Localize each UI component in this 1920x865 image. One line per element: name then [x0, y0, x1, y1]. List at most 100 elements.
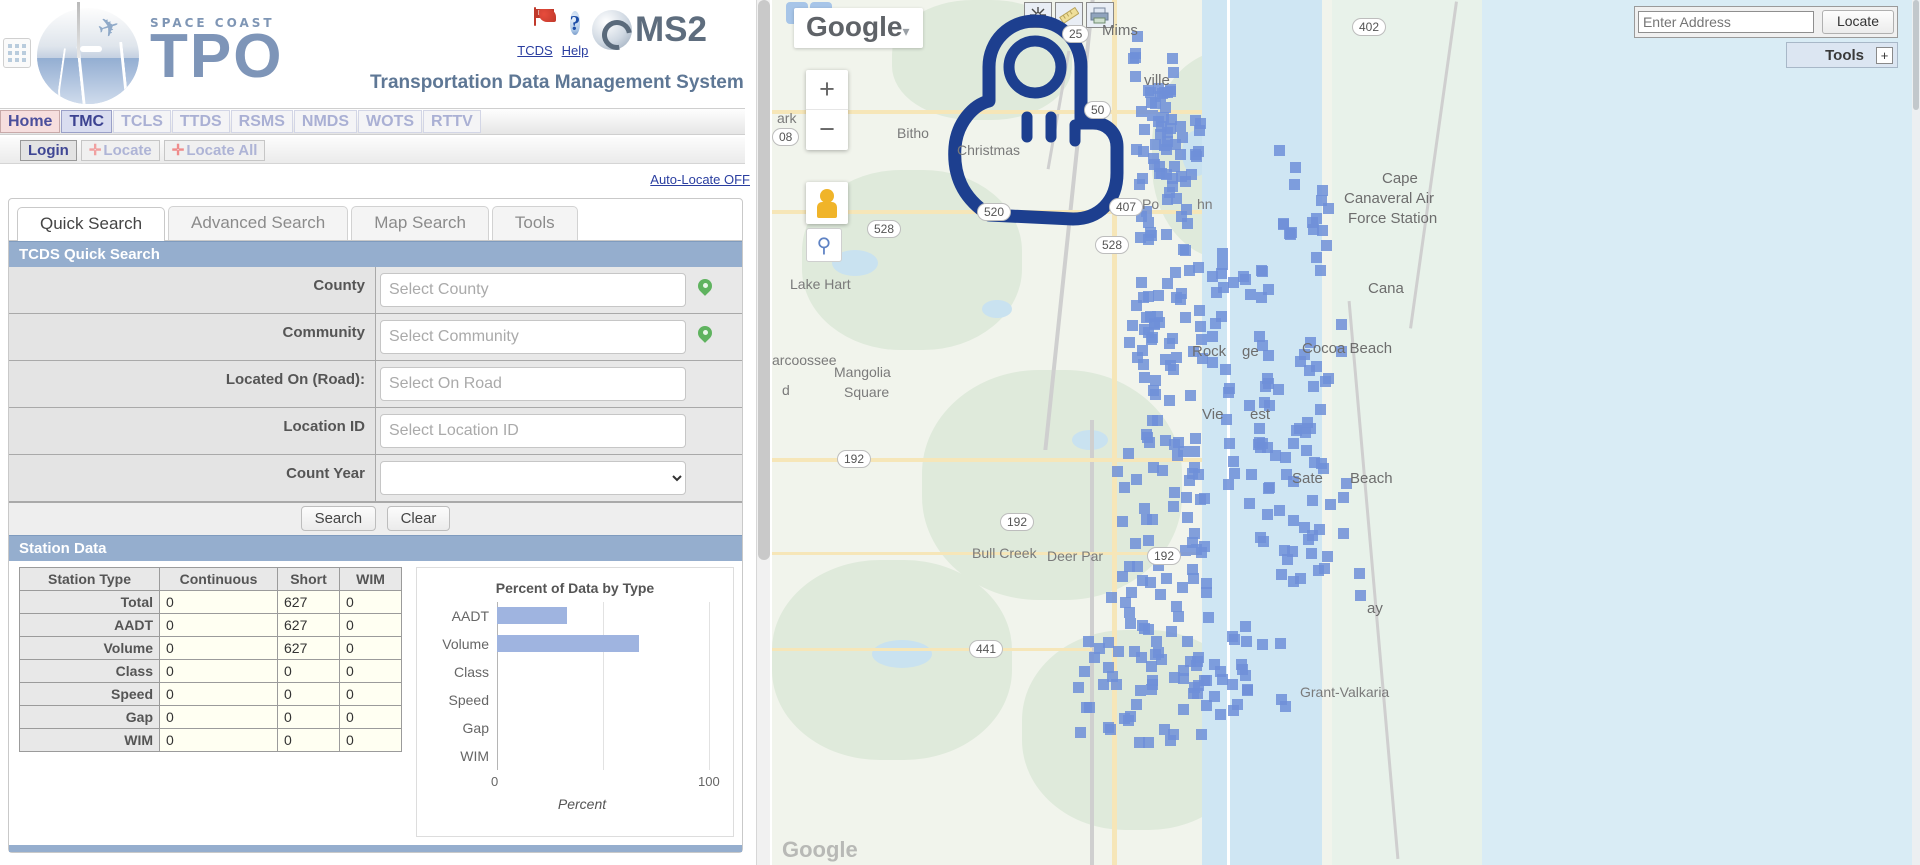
station-marker[interactable]: [1216, 311, 1228, 323]
station-marker[interactable]: [1178, 244, 1190, 256]
station-marker[interactable]: [1116, 570, 1128, 582]
station-marker[interactable]: [1318, 563, 1330, 575]
station-marker[interactable]: [1239, 620, 1251, 632]
station-marker[interactable]: [1105, 592, 1117, 604]
station-marker[interactable]: [1162, 277, 1174, 289]
station-marker[interactable]: [1088, 652, 1100, 664]
station-marker[interactable]: [1222, 387, 1234, 399]
station-marker[interactable]: [1168, 161, 1180, 173]
app-grid-icon[interactable]: [3, 38, 31, 68]
station-marker[interactable]: [1157, 465, 1169, 477]
station-marker[interactable]: [1103, 636, 1115, 648]
station-marker[interactable]: [1237, 270, 1249, 282]
station-marker[interactable]: [1207, 330, 1219, 342]
station-marker[interactable]: [1146, 332, 1158, 344]
community-input[interactable]: [380, 320, 686, 354]
station-marker[interactable]: [1314, 524, 1326, 536]
station-marker[interactable]: [1135, 684, 1147, 696]
station-marker[interactable]: [1181, 636, 1193, 648]
tpo-logo[interactable]: ✈ SPACE COAST TPO: [30, 0, 375, 105]
station-marker[interactable]: [1241, 684, 1253, 696]
station-marker[interactable]: [1262, 377, 1274, 389]
station-marker[interactable]: [1135, 276, 1147, 288]
station-marker[interactable]: [1167, 52, 1179, 64]
station-marker[interactable]: [1272, 384, 1284, 396]
station-marker[interactable]: [1171, 291, 1183, 303]
station-marker[interactable]: [1078, 666, 1090, 678]
station-marker[interactable]: [1112, 466, 1124, 478]
station-marker[interactable]: [1289, 178, 1301, 190]
station-marker[interactable]: [1227, 455, 1239, 467]
station-marker[interactable]: [1311, 360, 1323, 372]
station-marker[interactable]: [1314, 404, 1326, 416]
station-marker[interactable]: [1139, 371, 1151, 383]
station-marker[interactable]: [1124, 337, 1136, 349]
station-marker[interactable]: [1274, 637, 1286, 649]
address-input[interactable]: [1637, 11, 1814, 33]
station-marker[interactable]: [1160, 353, 1172, 365]
station-marker[interactable]: [1083, 636, 1095, 648]
station-marker[interactable]: [1223, 479, 1235, 491]
station-marker[interactable]: [1160, 573, 1172, 585]
located-on-input[interactable]: [380, 367, 686, 401]
station-marker[interactable]: [1158, 139, 1170, 151]
station-marker[interactable]: [1263, 350, 1275, 362]
station-marker[interactable]: [1166, 625, 1178, 637]
station-marker[interactable]: [1130, 538, 1142, 550]
station-marker[interactable]: [1170, 193, 1182, 205]
station-marker[interactable]: [1158, 111, 1170, 123]
station-marker[interactable]: [1294, 355, 1306, 367]
station-marker[interactable]: [1187, 468, 1199, 480]
station-marker[interactable]: [1080, 702, 1092, 714]
station-marker[interactable]: [1305, 548, 1317, 560]
station-marker[interactable]: [1168, 486, 1180, 498]
station-marker[interactable]: [1174, 121, 1186, 133]
station-marker[interactable]: [1227, 679, 1239, 691]
station-marker[interactable]: [1137, 345, 1149, 357]
station-marker[interactable]: [1193, 261, 1205, 273]
station-marker[interactable]: [1123, 606, 1135, 618]
tab-map-search[interactable]: Map Search: [351, 206, 489, 240]
station-marker[interactable]: [1126, 587, 1138, 599]
station-marker[interactable]: [1310, 213, 1322, 225]
station-marker[interactable]: [1146, 109, 1158, 121]
station-marker[interactable]: [1192, 687, 1204, 699]
station-marker[interactable]: [1139, 123, 1151, 135]
station-marker[interactable]: [1130, 699, 1142, 711]
station-marker[interactable]: [1158, 724, 1170, 735]
station-marker[interactable]: [1188, 573, 1200, 585]
station-marker[interactable]: [1168, 439, 1180, 451]
station-marker[interactable]: [1170, 267, 1182, 279]
nav-tab-tmc[interactable]: TMC: [61, 110, 113, 133]
station-marker[interactable]: [1253, 423, 1265, 435]
station-marker[interactable]: [1274, 145, 1286, 157]
station-marker[interactable]: [1319, 376, 1331, 388]
station-marker[interactable]: [1353, 567, 1365, 579]
station-marker[interactable]: [1214, 708, 1226, 720]
station-marker[interactable]: [1255, 265, 1267, 277]
station-marker[interactable]: [1190, 115, 1202, 127]
station-marker[interactable]: [1244, 288, 1256, 300]
left-panel-scrollbar[interactable]: [756, 0, 770, 865]
station-marker[interactable]: [1144, 436, 1156, 448]
station-marker[interactable]: [1097, 678, 1109, 690]
station-marker[interactable]: [1160, 229, 1172, 241]
station-marker[interactable]: [1154, 316, 1166, 328]
station-marker[interactable]: [1279, 545, 1291, 557]
station-marker[interactable]: [1273, 504, 1285, 516]
station-marker[interactable]: [1120, 596, 1132, 608]
location-id-input[interactable]: [380, 414, 686, 448]
station-marker[interactable]: [1138, 292, 1150, 304]
station-marker[interactable]: [1182, 512, 1194, 524]
station-marker[interactable]: [1103, 721, 1115, 733]
station-marker[interactable]: [1122, 448, 1134, 460]
street-view-pegman[interactable]: [806, 182, 848, 224]
zoom-box-icon[interactable]: ⚲: [806, 228, 842, 262]
tab-quick-search[interactable]: Quick Search: [17, 207, 166, 241]
station-marker[interactable]: [1165, 735, 1177, 747]
map-tools-bar[interactable]: Tools +: [1786, 42, 1898, 68]
station-marker[interactable]: [1188, 445, 1200, 457]
station-marker[interactable]: [1102, 661, 1114, 673]
station-marker[interactable]: [1174, 148, 1186, 160]
station-marker[interactable]: [1287, 438, 1299, 449]
